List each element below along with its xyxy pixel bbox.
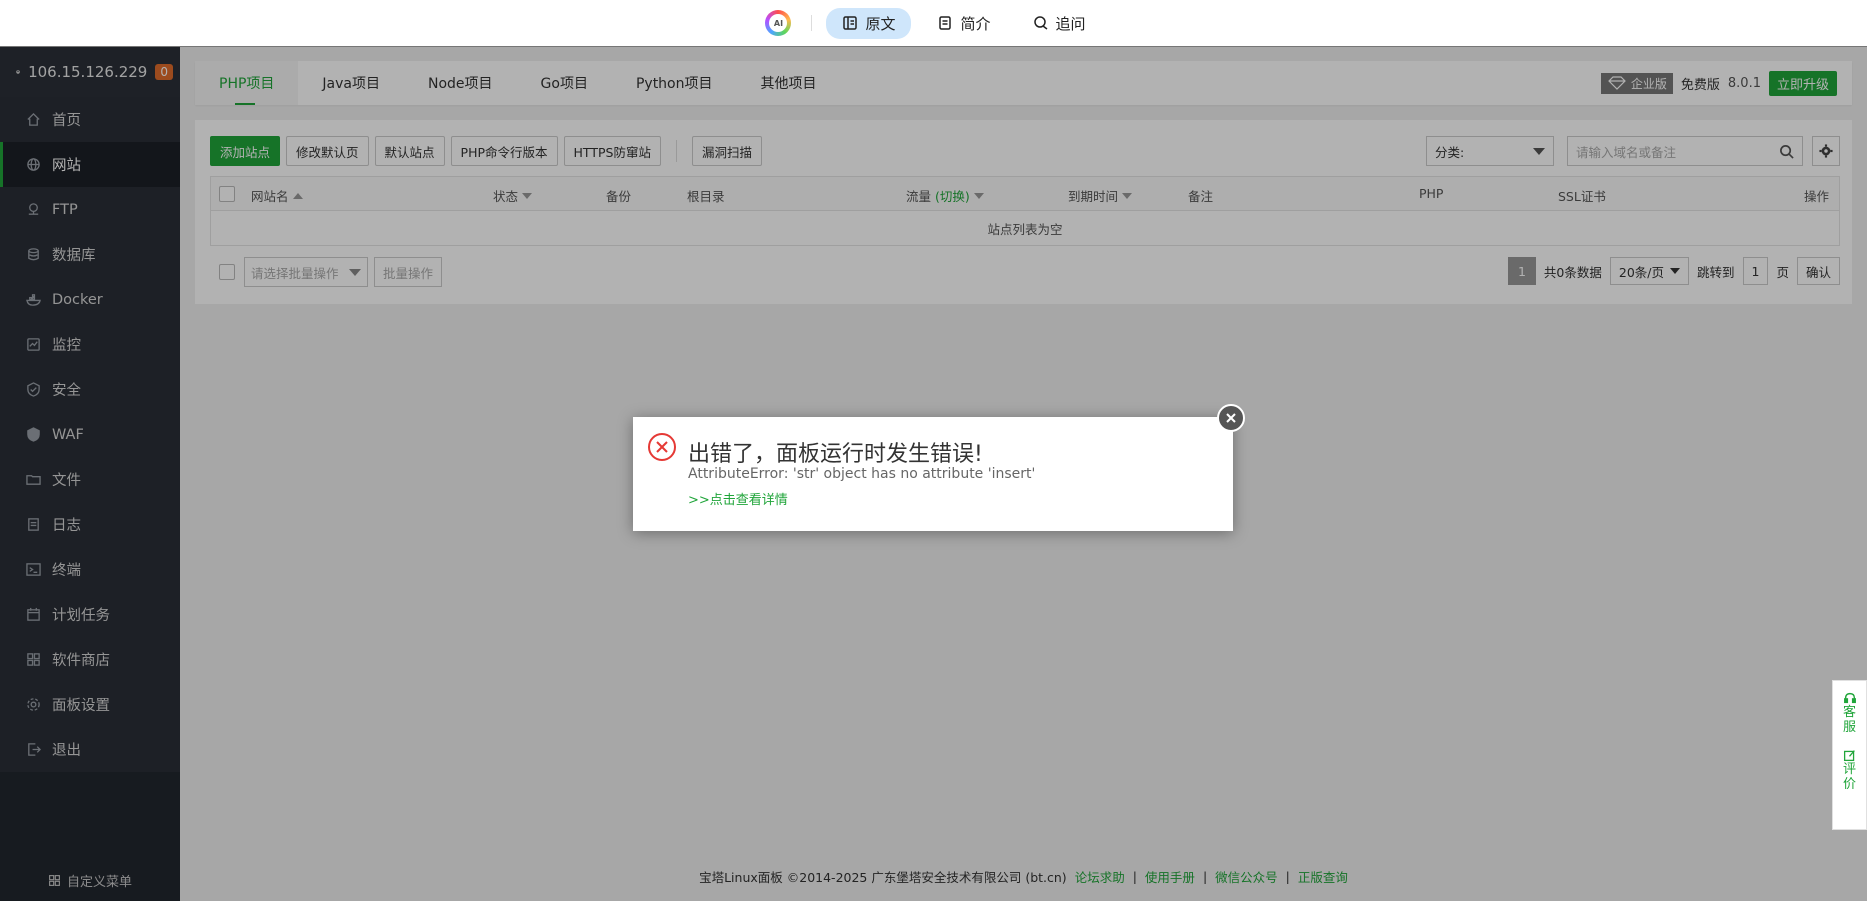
headset-icon (1843, 692, 1856, 704)
edit-icon (1843, 750, 1855, 762)
close-icon[interactable] (1217, 404, 1245, 432)
error-message: AttributeError: 'str' object has no attr… (688, 466, 1036, 482)
tab-followup[interactable]: 追问 (1017, 8, 1102, 39)
ai-logo-icon[interactable]: AI (765, 10, 792, 36)
error-dialog: 出错了，面板运行时发生错误! AttributeError: 'str' obj… (633, 404, 1245, 531)
book-icon (843, 16, 858, 30)
tab-original[interactable]: 原文 (826, 7, 912, 39)
float-panel: 客 服 评 价 (1832, 680, 1867, 830)
dialog-title: 出错了，面板运行时发生错误! (688, 442, 983, 467)
error-icon (648, 433, 676, 461)
document-icon (939, 16, 952, 30)
reader-toolbar: AI 原文 简介 追问 (0, 0, 1867, 46)
customer-service-button[interactable]: 客 服 (1843, 691, 1857, 735)
tab-summary[interactable]: 简介 (921, 8, 1006, 39)
chat-icon (1033, 16, 1047, 30)
review-button[interactable]: 评 价 (1843, 749, 1856, 792)
view-details-link[interactable]: >>点击查看详情 (688, 489, 788, 508)
divider (811, 15, 813, 31)
